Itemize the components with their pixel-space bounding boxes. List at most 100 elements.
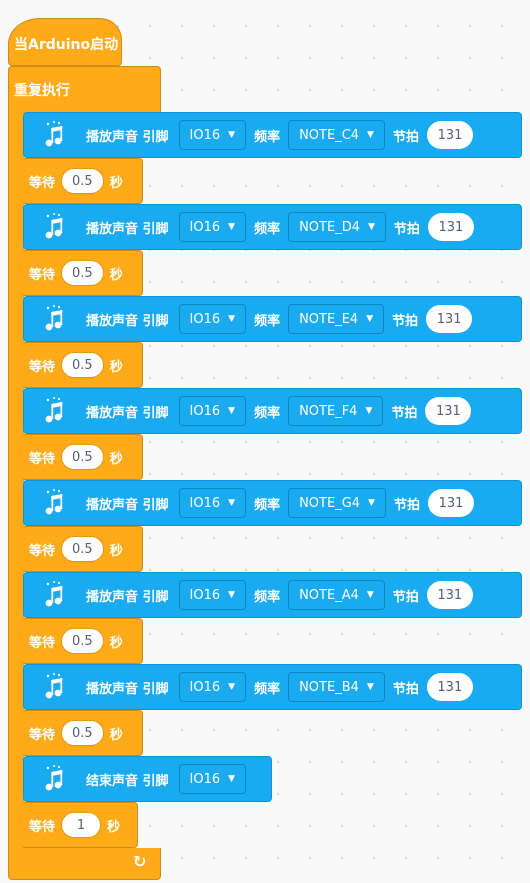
wait-label: 等待 [29,727,56,743]
pin-dropdown[interactable]: IO16 ▼ [178,396,247,426]
beat-input[interactable]: 131 [425,397,472,425]
pin-value: IO16 [189,219,221,235]
note-value: NOTE_G4 [299,495,361,511]
loop-arrow-icon: ↻ [133,852,147,871]
frequency-label: 频率 [254,589,281,605]
play-tone-block[interactable]: 播放声音 引脚 IO16 ▼ 频率 NOTE_A4 ▼ 节拍 131 [23,572,522,618]
beat-label: 节拍 [393,221,420,237]
note-dropdown[interactable]: NOTE_C4 ▼ [288,120,385,150]
caret-down-icon: ▼ [366,682,374,692]
pin-dropdown[interactable]: IO16 ▼ [178,304,247,334]
caret-down-icon: ▼ [228,774,236,784]
beat-label: 节拍 [392,681,419,697]
play-tone-block[interactable]: 播放声音 引脚 IO16 ▼ 频率 NOTE_F4 ▼ 节拍 131 [23,388,522,434]
play-tone-block[interactable]: 播放声音 引脚 IO16 ▼ 频率 NOTE_D4 ▼ 节拍 131 [23,204,522,250]
music-note-icon [42,764,64,794]
pin-value: IO16 [189,127,221,143]
note-dropdown[interactable]: NOTE_G4 ▼ [288,488,386,518]
caret-down-icon: ▼ [228,590,236,600]
seconds-label: 秒 [109,451,123,467]
frequency-label: 频率 [254,313,281,329]
wait-block[interactable]: 等待 0.5 秒 [23,618,143,664]
wait-block[interactable]: 等待 0.5 秒 [23,250,143,296]
wait-label: 等待 [29,267,56,283]
wait-seconds-input[interactable]: 0.5 [61,444,104,470]
beat-input[interactable]: 131 [427,489,474,517]
note-value: NOTE_F4 [299,403,358,419]
play-tone-label: 播放声音 引脚 [86,221,169,237]
when-arduino-starts-label: 当Arduino启动 [14,37,119,53]
wait-block[interactable]: 等待 0.5 秒 [23,434,143,480]
seconds-label: 秒 [109,727,123,743]
music-note-icon [42,488,64,518]
wait-seconds-input[interactable]: 0.5 [61,260,104,286]
beat-input[interactable]: 131 [427,213,474,241]
play-tone-block[interactable]: 播放声音 引脚 IO16 ▼ 频率 NOTE_G4 ▼ 节拍 131 [23,480,522,526]
wait-block[interactable]: 等待 0.5 秒 [23,342,143,388]
play-tone-block[interactable]: 播放声音 引脚 IO16 ▼ 频率 NOTE_C4 ▼ 节拍 131 [23,112,522,158]
stop-tone-block[interactable]: 结束声音 引脚 IO16 ▼ [23,756,272,802]
note-value: NOTE_A4 [299,587,359,603]
note-dropdown[interactable]: NOTE_D4 ▼ [288,212,386,242]
music-note-icon [42,304,64,334]
caret-down-icon: ▼ [366,314,374,324]
play-tone-label: 播放声音 引脚 [86,129,169,145]
beat-label: 节拍 [393,497,420,513]
wait-seconds-input[interactable]: 0.5 [61,628,104,654]
caret-down-icon: ▼ [228,406,236,416]
music-note-icon [42,396,64,426]
play-tone-block[interactable]: 播放声音 引脚 IO16 ▼ 频率 NOTE_B4 ▼ 节拍 131 [23,664,522,710]
wait-block[interactable]: 等待 0.5 秒 [23,710,143,756]
music-note-icon [42,212,64,242]
frequency-label: 频率 [254,129,281,145]
play-tone-label: 播放声音 引脚 [86,681,169,697]
stop-tone-label: 结束声音 引脚 [86,773,169,789]
beat-input[interactable]: 131 [426,305,473,333]
wait-block[interactable]: 等待 0.5 秒 [23,158,143,204]
beat-label: 节拍 [391,405,418,421]
caret-down-icon: ▼ [228,222,236,232]
beat-label: 节拍 [392,589,419,605]
wait-block[interactable]: 等待 1 秒 [23,802,138,848]
caret-down-icon: ▼ [366,590,374,600]
wait-seconds-input[interactable]: 0.5 [61,536,104,562]
wait-seconds-input[interactable]: 0.5 [61,720,104,746]
play-tone-label: 播放声音 引脚 [86,405,169,421]
play-tone-block[interactable]: 播放声音 引脚 IO16 ▼ 频率 NOTE_E4 ▼ 节拍 131 [23,296,522,342]
seconds-label: 秒 [109,175,123,191]
pin-dropdown[interactable]: IO16 ▼ [178,580,247,610]
frequency-label: 频率 [254,497,281,513]
wait-seconds-input[interactable]: 0.5 [61,352,104,378]
note-dropdown[interactable]: NOTE_F4 ▼ [288,396,384,426]
pin-dropdown[interactable]: IO16 ▼ [178,212,247,242]
wait-seconds-input[interactable]: 1 [61,812,102,838]
note-dropdown[interactable]: NOTE_E4 ▼ [288,304,385,334]
beat-input[interactable]: 131 [426,121,473,149]
note-dropdown[interactable]: NOTE_B4 ▼ [288,672,385,702]
pin-dropdown[interactable]: IO16 ▼ [178,488,247,518]
seconds-label: 秒 [107,819,121,835]
wait-label: 等待 [29,543,56,559]
wait-label: 等待 [29,175,56,191]
note-value: NOTE_E4 [299,311,359,327]
frequency-label: 频率 [254,681,281,697]
frequency-label: 频率 [254,405,281,421]
pin-dropdown[interactable]: IO16 ▼ [178,120,247,150]
play-tone-label: 播放声音 引脚 [86,589,169,605]
wait-label: 等待 [29,635,56,651]
beat-label: 节拍 [392,313,419,329]
beat-input[interactable]: 131 [426,581,473,609]
pin-dropdown[interactable]: IO16 ▼ [178,672,247,702]
pin-value: IO16 [189,587,221,603]
play-tone-label: 播放声音 引脚 [86,313,169,329]
music-note-icon [42,580,64,610]
wait-seconds-input[interactable]: 0.5 [61,168,104,194]
caret-down-icon: ▼ [367,222,375,232]
beat-input[interactable]: 131 [426,673,473,701]
seconds-label: 秒 [109,635,123,651]
note-value: NOTE_D4 [299,219,360,235]
note-dropdown[interactable]: NOTE_A4 ▼ [288,580,385,610]
pin-value: IO16 [189,403,221,419]
wait-block[interactable]: 等待 0.5 秒 [23,526,143,572]
pin-dropdown[interactable]: IO16 ▼ [178,764,247,794]
